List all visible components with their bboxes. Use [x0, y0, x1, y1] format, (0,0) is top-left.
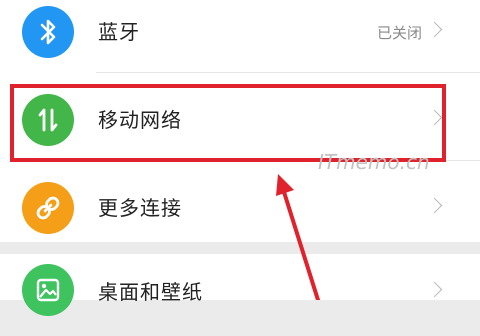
red-arrow	[276, 174, 320, 300]
